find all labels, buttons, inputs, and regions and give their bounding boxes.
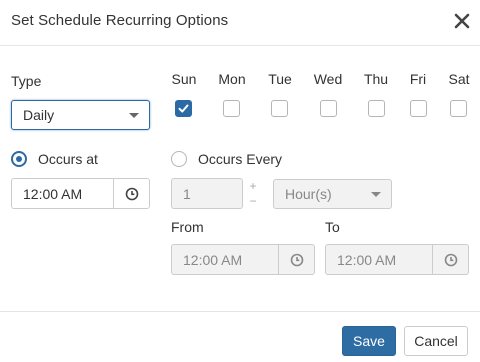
day-label-fri: Fri <box>409 71 427 87</box>
interval-unit-value: Hour(s) <box>285 186 332 202</box>
day-label-tue: Tue <box>268 71 292 87</box>
day-label-sun: Sun <box>171 71 197 87</box>
cancel-button[interactable]: Cancel <box>404 326 468 356</box>
type-select[interactable]: Daily <box>11 100 150 130</box>
footer-divider <box>0 311 480 312</box>
type-select-value: Daily <box>23 107 55 123</box>
day-label-wed: Wed <box>313 71 343 87</box>
to-label: To <box>325 219 340 235</box>
stepper-down-button[interactable]: − <box>243 194 263 209</box>
checkmark-icon <box>178 104 189 113</box>
from-label: From <box>171 219 204 235</box>
occurs-at-time-value: 12:00 AM <box>23 186 83 202</box>
to-time-field[interactable]: 12:00 AM <box>325 244 469 275</box>
occurs-every-count-value: 1 <box>183 186 191 202</box>
day-label-thu: Thu <box>363 71 389 87</box>
occurs-at-radio[interactable] <box>11 151 27 167</box>
day-checkbox-sun[interactable] <box>175 100 192 117</box>
dialog-header: Set Schedule Recurring Options <box>0 0 480 46</box>
occurs-every-label: Occurs Every <box>198 151 283 167</box>
stepper-up-button[interactable]: + <box>243 179 263 194</box>
day-label-sat: Sat <box>448 71 470 87</box>
day-checkbox-wed[interactable] <box>320 100 337 117</box>
interval-unit-select[interactable]: Hour(s) <box>273 179 392 209</box>
from-time-field[interactable]: 12:00 AM <box>171 244 315 275</box>
day-checkbox-thu[interactable] <box>368 100 385 117</box>
occurs-every-count-input[interactable]: 1 <box>171 178 243 209</box>
occurs-at-label: Occurs at <box>38 151 98 167</box>
chevron-down-icon <box>129 113 139 118</box>
save-button[interactable]: Save <box>342 326 396 356</box>
clock-icon[interactable] <box>432 245 468 274</box>
day-checkbox-tue[interactable] <box>271 100 288 117</box>
clock-icon[interactable] <box>278 245 314 274</box>
to-time-value: 12:00 AM <box>337 252 397 268</box>
chevron-down-icon <box>371 192 381 197</box>
dialog-title: Set Schedule Recurring Options <box>11 12 229 29</box>
close-icon[interactable] <box>451 10 473 32</box>
day-checkbox-mon[interactable] <box>223 100 240 117</box>
day-checkbox-sat[interactable] <box>450 100 467 117</box>
from-time-value: 12:00 AM <box>183 252 243 268</box>
occurs-every-radio[interactable] <box>171 151 187 167</box>
occurs-at-time-field[interactable]: 12:00 AM <box>11 178 150 209</box>
day-checkbox-fri[interactable] <box>410 100 427 117</box>
type-label: Type <box>11 73 42 89</box>
count-stepper: + − <box>243 179 263 209</box>
day-label-mon: Mon <box>218 71 246 87</box>
clock-icon[interactable] <box>113 179 149 208</box>
